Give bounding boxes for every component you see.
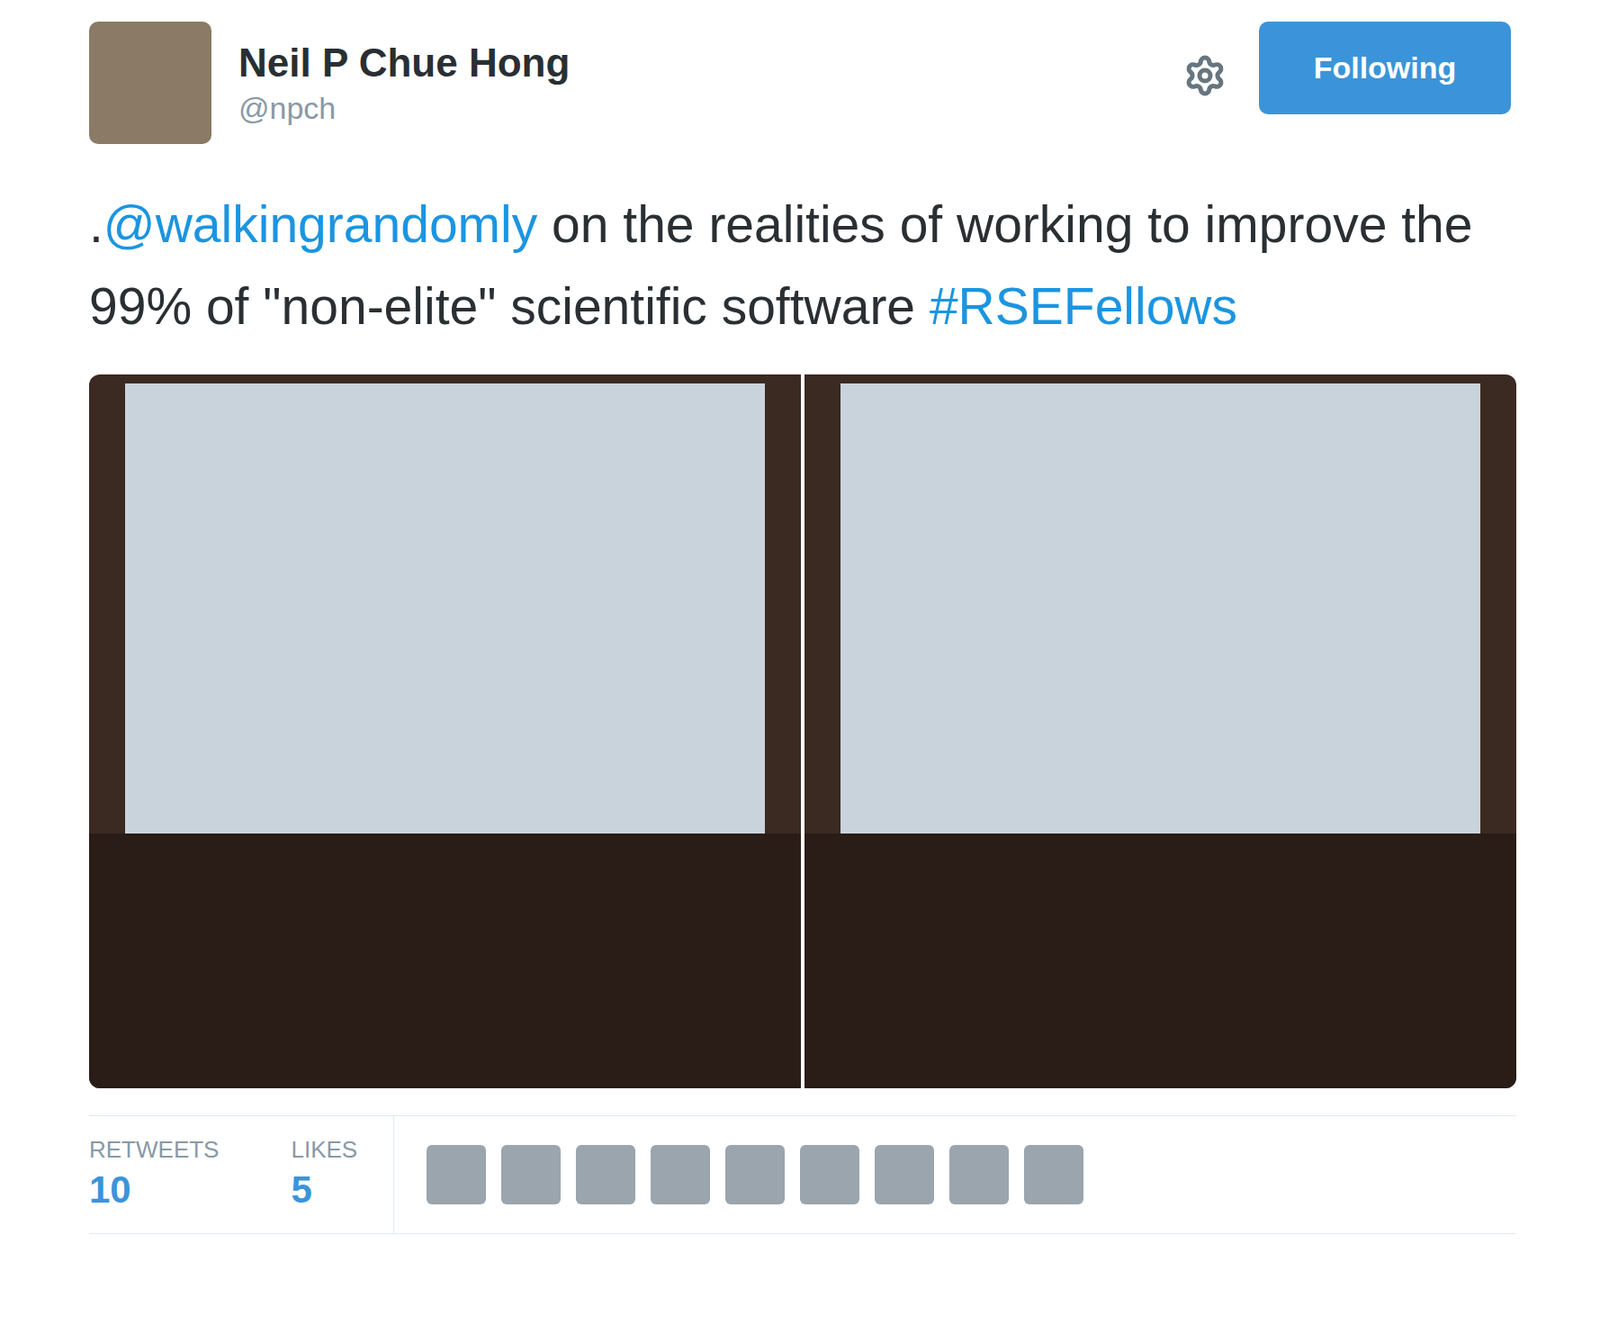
liker-photo[interactable] xyxy=(650,1144,711,1205)
photo-block[interactable] xyxy=(804,374,1517,1088)
tweet-text: .@walkingrandomly on the realities of wo… xyxy=(89,183,1529,348)
stats-counts: RETWEETS10 LIKES5 xyxy=(89,1115,395,1233)
stat-value: 5 xyxy=(290,1164,358,1215)
liker-photo[interactable] xyxy=(426,1144,486,1205)
author-handle[interactable]: @npch xyxy=(238,88,570,128)
liker-photo[interactable] xyxy=(501,1144,561,1205)
projector-screen xyxy=(125,383,765,834)
liker-photo[interactable] xyxy=(874,1144,935,1205)
stat-label: LIKES xyxy=(290,1133,358,1165)
liker-photo[interactable] xyxy=(575,1144,636,1205)
author-name[interactable]: Neil P Chue Hong xyxy=(238,37,570,89)
stat[interactable]: RETWEETS10 xyxy=(89,1133,219,1215)
stat-label: RETWEETS xyxy=(89,1133,219,1165)
author-info: Neil P Chue Hong@npch xyxy=(238,37,570,128)
liker-photo[interactable] xyxy=(949,1144,1009,1205)
mention-link[interactable]: @walkingrandomly xyxy=(103,195,538,253)
tweet-page: Neil P Chue Hong@npchFollowing.@walkingr… xyxy=(0,0,1600,1325)
following-button[interactable]: Following xyxy=(1258,21,1511,115)
stat-value: 10 xyxy=(89,1164,219,1215)
stat[interactable]: LIKES5 xyxy=(290,1133,358,1215)
stats-bar: RETWEETS10 LIKES5 xyxy=(89,1114,1517,1234)
projector-screen xyxy=(840,383,1481,834)
liker-photo[interactable] xyxy=(1024,1144,1084,1205)
hashtag-link[interactable]: #RSEFellows xyxy=(929,277,1238,335)
liker-photo[interactable] xyxy=(800,1144,860,1205)
liker-photo[interactable] xyxy=(725,1144,785,1205)
author-avatar[interactable] xyxy=(89,21,212,144)
media-grid[interactable] xyxy=(89,374,1517,1088)
liker-avatars xyxy=(426,1144,1084,1205)
tweet-text-segment: . xyxy=(89,195,104,253)
tweet-header: Neil P Chue Hong@npch Following xyxy=(89,21,1511,144)
photo-block[interactable] xyxy=(89,374,801,1088)
gear-icon[interactable] xyxy=(1183,53,1227,98)
gear-button[interactable] xyxy=(1183,53,1227,98)
